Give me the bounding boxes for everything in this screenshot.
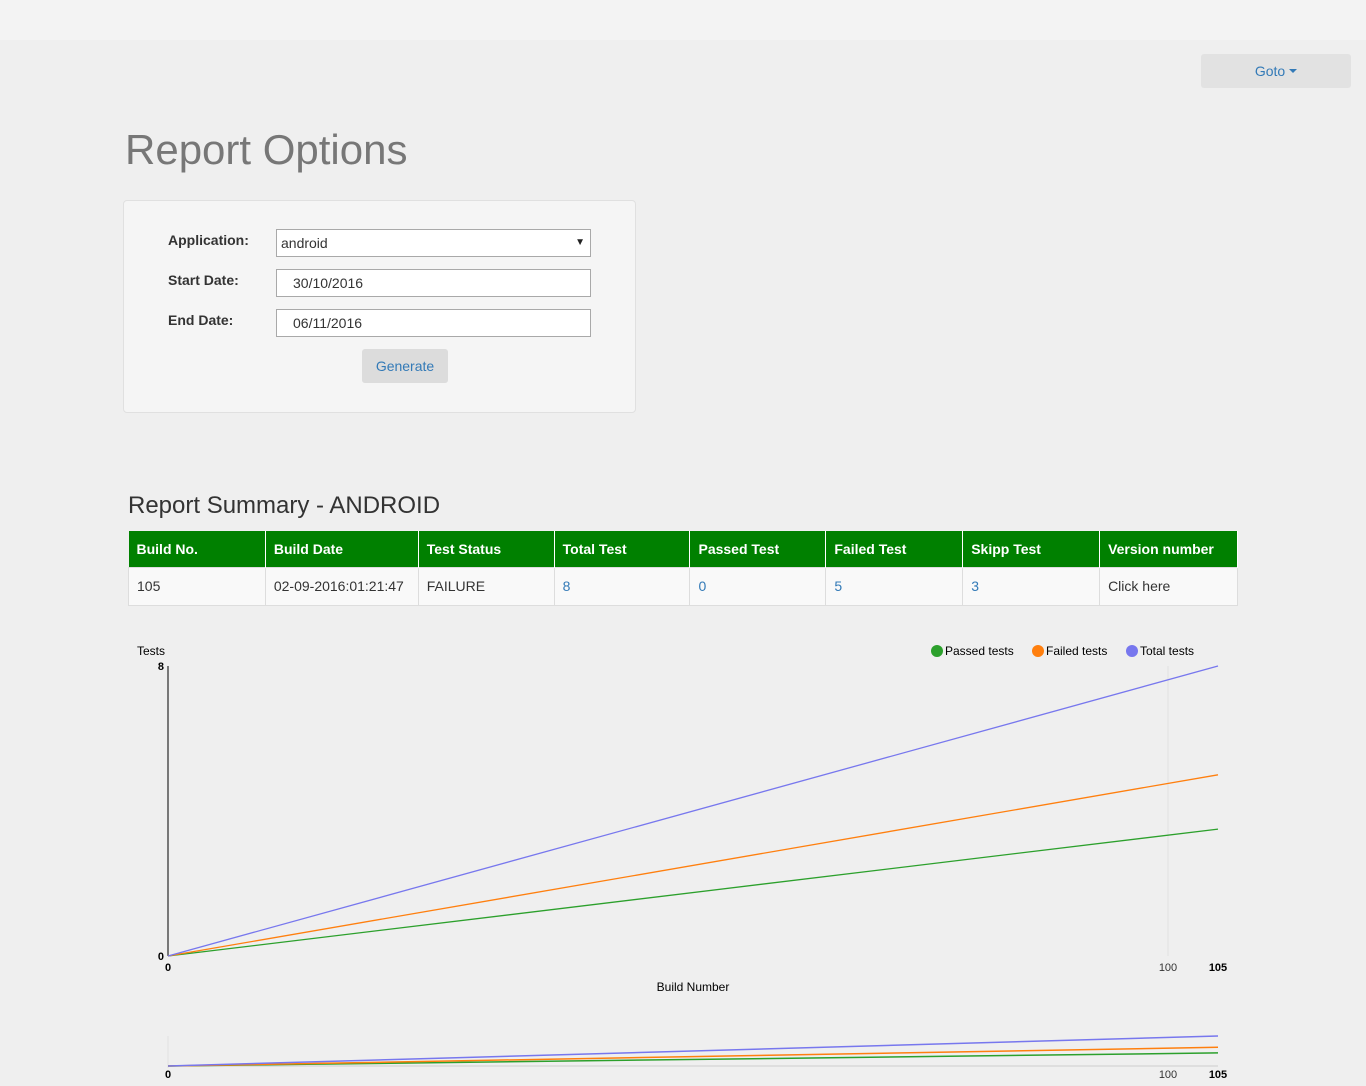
failed-tests-line — [167, 774, 1219, 957]
legend-passed-label[interactable]: Passed tests — [945, 644, 1014, 658]
x-tick-label-0: 0 — [165, 962, 171, 974]
test-trend-chart: Tests 8 0 0 100 105 Build Number Passed … — [137, 644, 1227, 1081]
legend-passed-swatch — [931, 645, 943, 657]
total-tests-overview-line — [167, 1035, 1219, 1067]
overview-x-tick-105: 105 — [1209, 1069, 1227, 1081]
failed-tests-overview-line — [167, 1046, 1219, 1067]
y-axis-title: Tests — [137, 644, 165, 658]
passed-tests-overview-line — [167, 1052, 1219, 1067]
chart-legend: Passed tests Failed tests Total tests — [931, 644, 1194, 658]
overview-series-lines[interactable] — [167, 1035, 1219, 1067]
passed-tests-line — [167, 828, 1219, 957]
overview-x-tick-100: 100 — [1159, 1069, 1177, 1081]
main-series-lines — [167, 665, 1219, 957]
y-tick-label-max: 8 — [158, 661, 164, 673]
x-axis-title: Build Number — [657, 980, 730, 994]
legend-total-swatch — [1126, 645, 1138, 657]
x-tick-label-105: 105 — [1209, 962, 1227, 974]
x-tick-label-100: 100 — [1159, 962, 1177, 974]
y-tick-label-min: 0 — [158, 951, 164, 963]
legend-failed-label[interactable]: Failed tests — [1046, 644, 1107, 658]
legend-total-label[interactable]: Total tests — [1140, 644, 1194, 658]
legend-failed-swatch — [1032, 645, 1044, 657]
total-tests-line — [167, 665, 1219, 957]
overview-x-tick-0: 0 — [165, 1069, 171, 1081]
